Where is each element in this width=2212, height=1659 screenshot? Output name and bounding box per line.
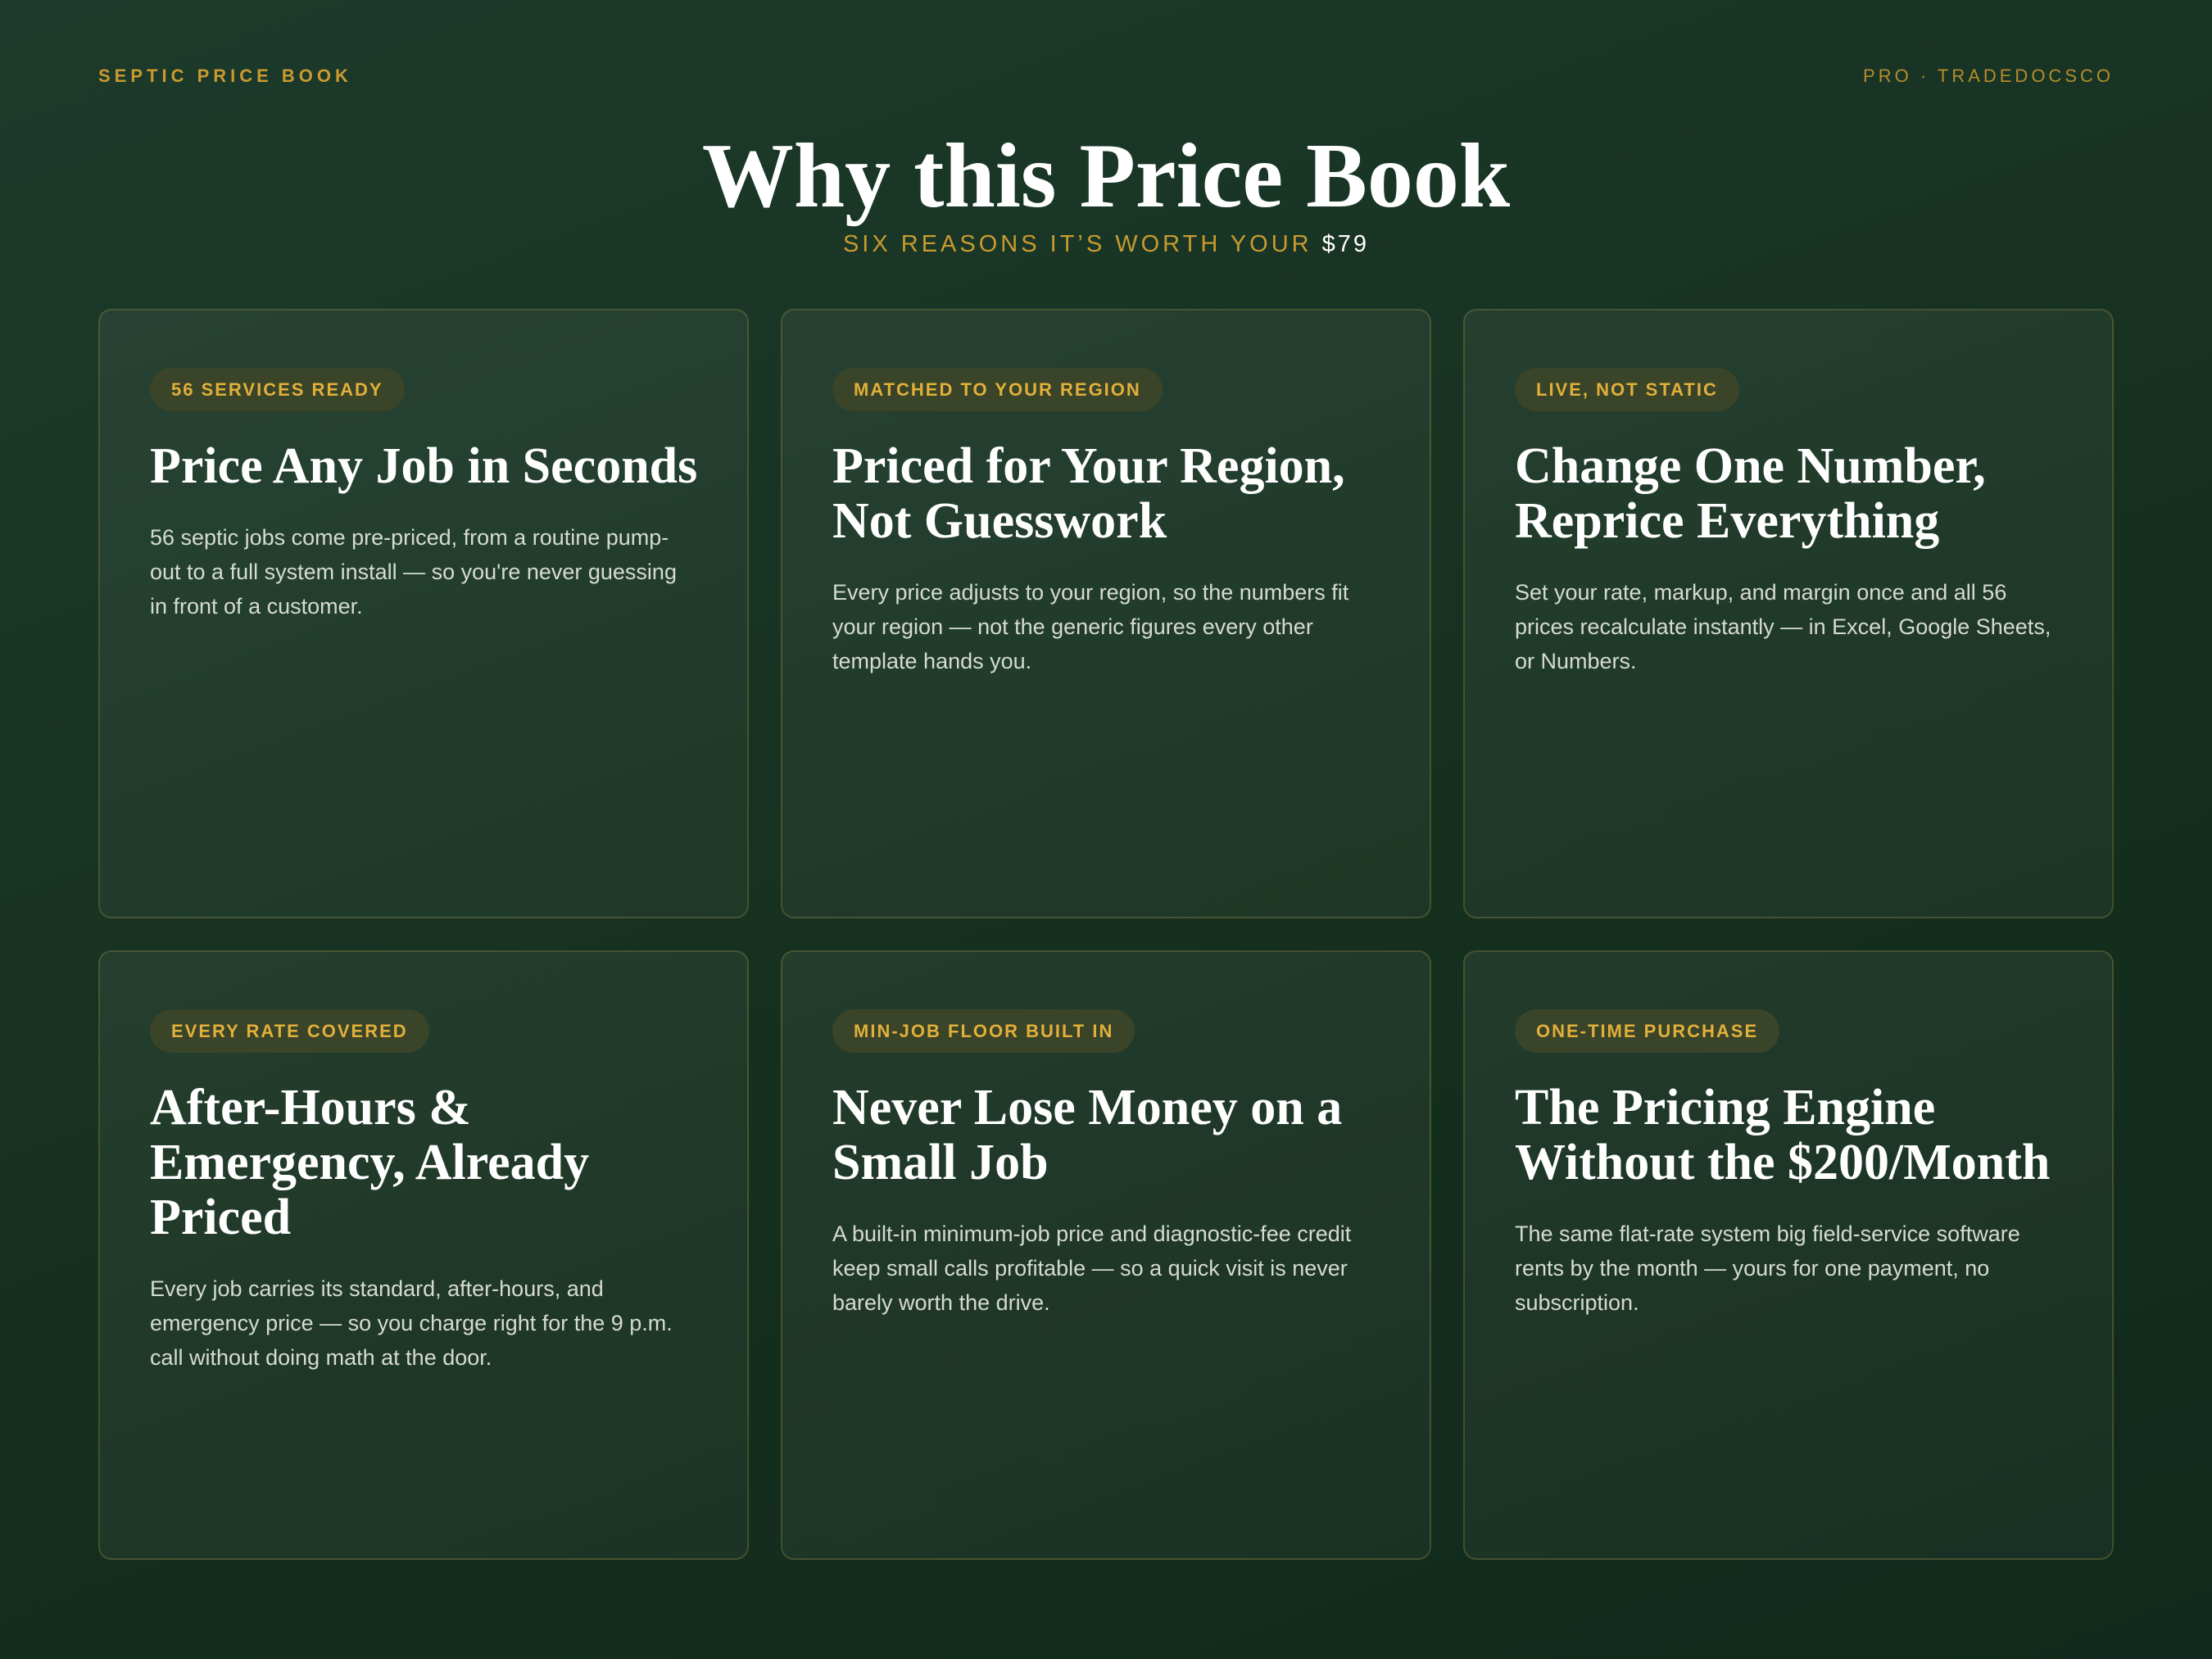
card-title: Priced for Your Region, Not Guesswork [832, 438, 1345, 549]
card-badge: ONE-TIME PURCHASE [1515, 1009, 1780, 1053]
card-description: Every price adjusts to your region, so t… [832, 580, 1349, 673]
brand-label: SEPTIC PRICE BOOK [98, 66, 352, 86]
card-description: A built-in minimum-job price and diagnos… [832, 1222, 1352, 1315]
card-description: 56 septic jobs come pre-priced, from a r… [150, 525, 677, 619]
card-title: After-Hours & Emergency, Already Priced [150, 1080, 590, 1245]
price-text: $79 [1321, 231, 1370, 257]
card-badge: LIVE, NOT STATIC [1515, 368, 1739, 411]
card-title: Never Lose Money on a Small Job [832, 1080, 1343, 1190]
reason-card-services: 56 SERVICES READY Price Any Job in Secon… [98, 309, 749, 918]
card-badge: MATCHED TO YOUR REGION [832, 368, 1163, 411]
page-title: Why this Price Book [701, 125, 1511, 227]
page-subtitle: SIX REASONS IT’S WORTH YOUR $79 [0, 231, 2212, 258]
card-description: Every job carries its standard, after-ho… [150, 1276, 673, 1370]
card-badge: EVERY RATE COVERED [150, 1009, 429, 1053]
publisher-label: PRO · TRADEDOCSCO [1863, 66, 2114, 86]
subtitle-text: SIX REASONS IT’S WORTH YOUR [842, 231, 1312, 257]
card-description: The same flat-rate system big field-serv… [1515, 1222, 2020, 1315]
reason-card-min-job: MIN-JOB FLOOR BUILT IN Never Lose Money … [781, 950, 1431, 1560]
card-title: Change One Number, Reprice Everything [1515, 438, 1986, 549]
card-description: Set your rate, markup, and margin once a… [1515, 580, 2051, 673]
reason-card-live: LIVE, NOT STATIC Change One Number, Repr… [1463, 309, 2114, 918]
reason-card-region: MATCHED TO YOUR REGION Priced for Your R… [781, 309, 1431, 918]
reason-card-one-time: ONE-TIME PURCHASE The Pricing Engine Wit… [1463, 950, 2114, 1560]
reason-card-rates: EVERY RATE COVERED After-Hours & Emergen… [98, 950, 749, 1560]
card-title: The Pricing Engine Without the $200/Mont… [1515, 1080, 2051, 1190]
card-badge: 56 SERVICES READY [150, 368, 405, 411]
card-title: Price Any Job in Seconds [150, 438, 698, 494]
card-badge: MIN-JOB FLOOR BUILT IN [832, 1009, 1135, 1053]
reasons-grid: 56 SERVICES READY Price Any Job in Secon… [98, 309, 2114, 1560]
